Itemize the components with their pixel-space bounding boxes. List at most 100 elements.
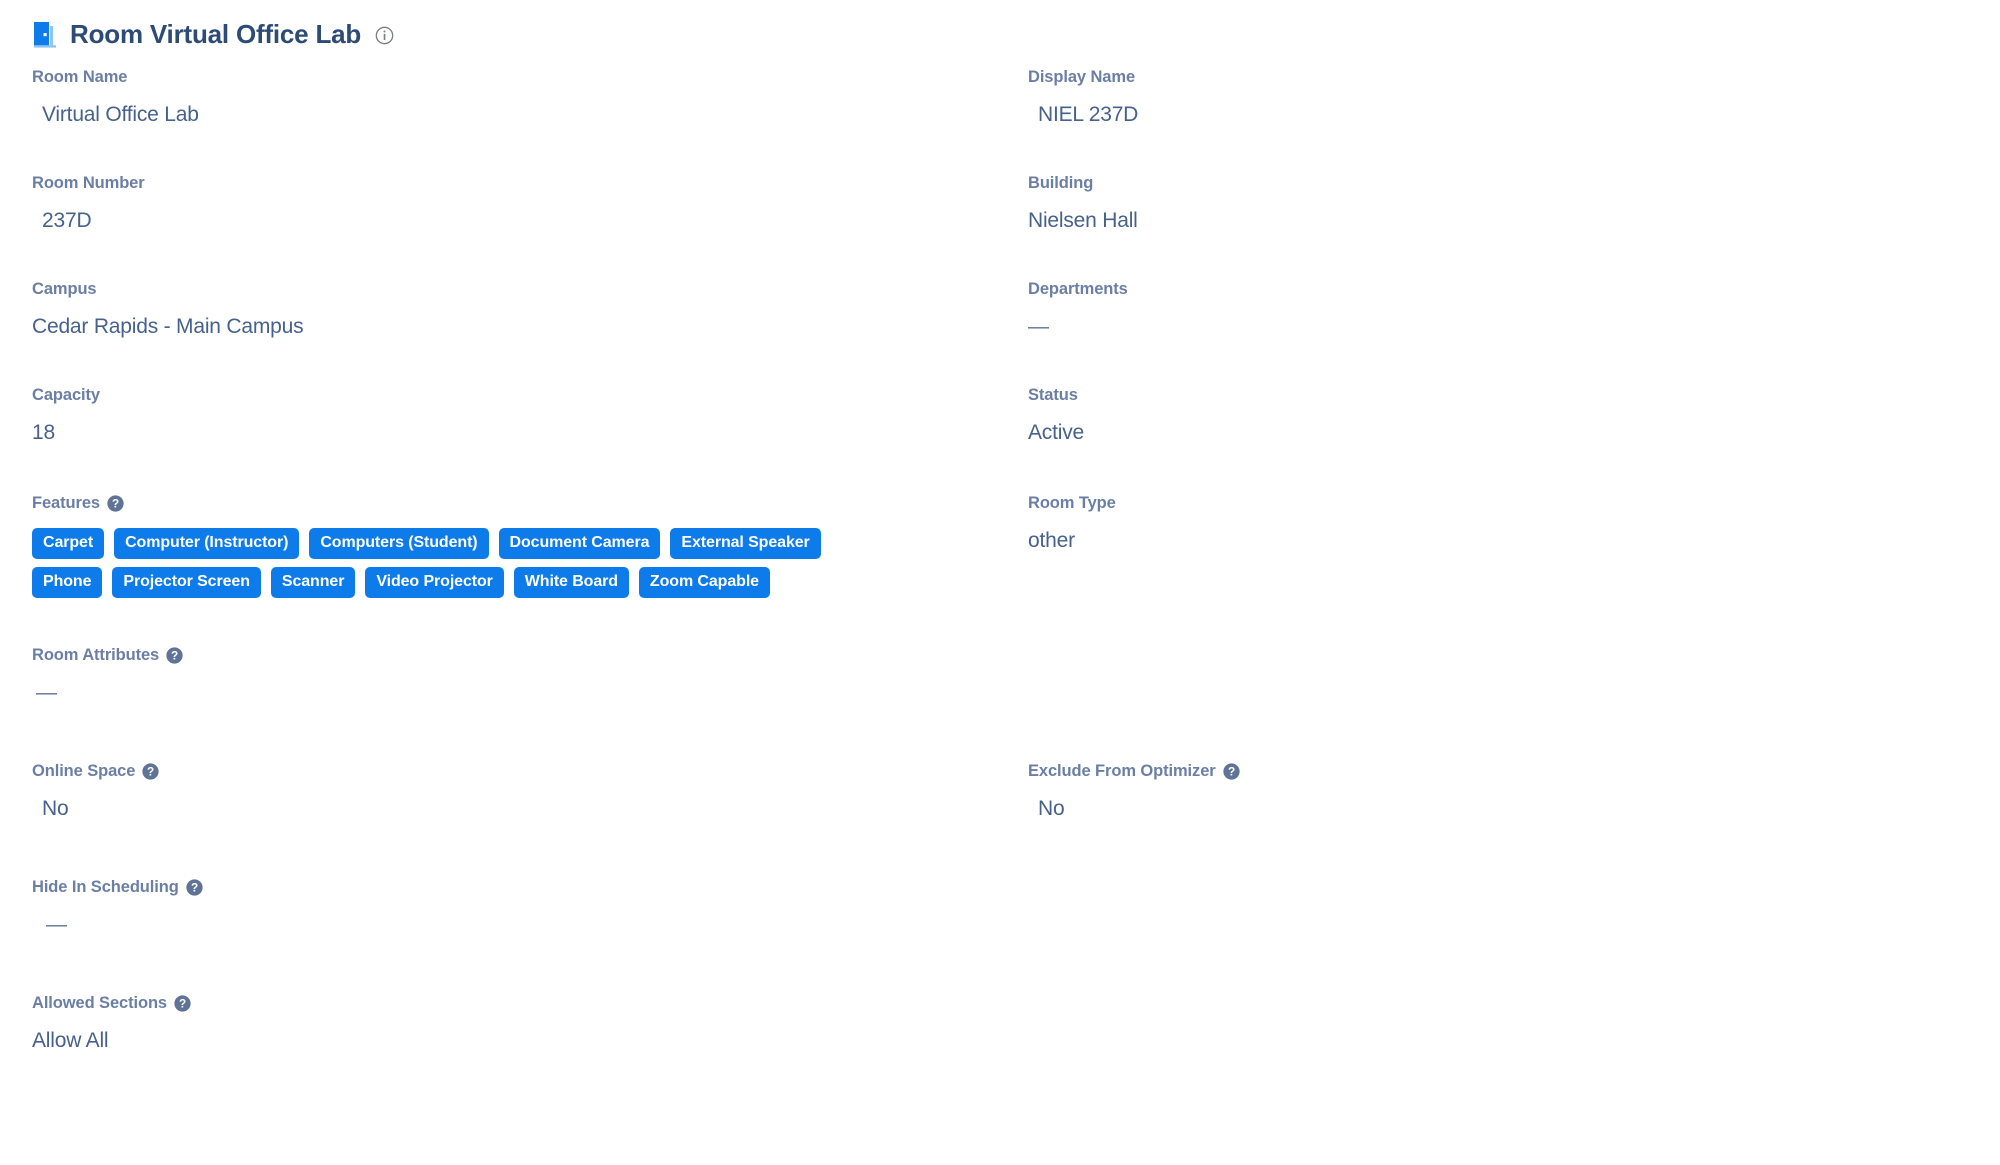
field-value: No — [42, 797, 69, 821]
field-label: Features ? — [32, 494, 1000, 512]
field-room-type: Room Type other — [1000, 494, 1968, 646]
label-text: Allowed Sections — [32, 994, 168, 1012]
feature-tag[interactable]: Phone — [32, 567, 103, 599]
field-label: Building — [1028, 174, 1968, 192]
field-value: — — [46, 913, 67, 937]
feature-tag[interactable]: Projector Screen — [112, 567, 261, 599]
svg-text:?: ? — [179, 996, 186, 1010]
field-row: Campus Cedar Rapids - Main Campus Depart… — [32, 280, 1968, 386]
field-row: Online Space ? No Exclude From Optimizer — [32, 762, 1968, 878]
feature-tag[interactable]: Zoom Capable — [638, 567, 770, 599]
field-hide-in-scheduling: Hide In Scheduling ? — — [32, 878, 1000, 994]
feature-tag[interactable]: Computer (Instructor) — [114, 528, 300, 560]
field-row: Allowed Sections ? Allow All — [32, 994, 1968, 1074]
field-room-name: Room Name Virtual Office Lab — [32, 68, 1000, 174]
room-detail-page: Room Virtual Office Lab Room Name Virtua… — [0, 0, 2000, 1165]
feature-tag[interactable]: External Speaker — [670, 528, 821, 560]
field-building: Building Nielsen Hall — [1000, 174, 1968, 280]
page-title: Room Virtual Office Lab — [70, 19, 362, 49]
svg-text:?: ? — [1228, 764, 1235, 778]
label-text: Capacity — [32, 386, 100, 404]
field-label: Room Type — [1028, 494, 1968, 512]
door-icon — [34, 22, 56, 48]
field-label: Exclude From Optimizer ? — [1028, 762, 1968, 780]
field-label: Online Space ? — [32, 762, 1000, 780]
field-value: Cedar Rapids - Main Campus — [32, 315, 304, 339]
help-circle-icon[interactable]: ? — [186, 878, 203, 896]
field-label: Status — [1028, 386, 1968, 404]
field-spacer — [1000, 878, 1968, 994]
field-label: Departments — [1028, 280, 1968, 298]
feature-tag[interactable]: Document Camera — [498, 528, 661, 560]
field-row: Capacity 18 Status Active — [32, 386, 1968, 494]
field-campus: Campus Cedar Rapids - Main Campus — [32, 280, 1000, 386]
field-departments: Departments — — [1000, 280, 1968, 386]
field-row: Hide In Scheduling ? — — [32, 878, 1968, 994]
field-label: Capacity — [32, 386, 1000, 404]
field-value: No — [1038, 797, 1065, 821]
field-row: Room Attributes ? — — [32, 646, 1968, 762]
field-spacer — [1000, 994, 1968, 1074]
field-value: 18 — [32, 421, 55, 445]
field-label: Room Number — [32, 174, 1000, 192]
help-circle-icon[interactable]: ? — [107, 494, 124, 512]
label-text: Features — [32, 494, 100, 512]
field-allowed-sections: Allowed Sections ? Allow All — [32, 994, 1000, 1074]
field-display-name: Display Name NIEL 237D — [1000, 68, 1968, 174]
field-capacity: Capacity 18 — [32, 386, 1000, 494]
field-value: Virtual Office Lab — [42, 103, 199, 127]
label-text: Online Space — [32, 762, 136, 780]
label-text: Status — [1028, 386, 1078, 404]
svg-text:?: ? — [112, 496, 119, 510]
label-text: Departments — [1028, 280, 1128, 298]
feature-tag[interactable]: Scanner — [270, 567, 356, 599]
field-grid: Room Name Virtual Office Lab Display Nam… — [32, 68, 1968, 1074]
field-spacer — [1000, 646, 1968, 762]
svg-text:?: ? — [147, 764, 154, 778]
field-label: Allowed Sections ? — [32, 994, 1000, 1012]
info-circle-icon[interactable] — [375, 26, 394, 45]
help-circle-icon[interactable]: ? — [174, 994, 191, 1012]
label-text: Exclude From Optimizer — [1028, 762, 1216, 780]
feature-tag[interactable]: Computers (Student) — [309, 528, 489, 560]
svg-text:?: ? — [191, 880, 198, 894]
help-circle-icon[interactable]: ? — [142, 762, 159, 780]
field-row: Room Number 237D Building Nielsen Hall — [32, 174, 1968, 280]
feature-tag[interactable]: Video Projector — [365, 567, 504, 599]
label-text: Room Name — [32, 68, 128, 86]
field-label: Campus — [32, 280, 1000, 298]
field-label: Display Name — [1028, 68, 1968, 86]
label-text: Room Attributes — [32, 646, 160, 664]
field-value: Nielsen Hall — [1028, 209, 1138, 233]
field-features: Features ? Carpet Computer (Instructor) Co… — [32, 494, 1000, 646]
field-value: NIEL 237D — [1038, 103, 1139, 127]
field-room-number: Room Number 237D — [32, 174, 1000, 280]
field-value: Active — [1028, 421, 1084, 445]
field-row: Features ? Carpet Computer (Instructor) Co… — [32, 494, 1968, 646]
label-text: Hide In Scheduling — [32, 878, 179, 896]
label-text: Room Type — [1028, 494, 1116, 512]
field-label: Room Name — [32, 68, 1000, 86]
field-label: Hide In Scheduling ? — [32, 878, 1000, 896]
page-header: Room Virtual Office Lab — [32, 0, 1968, 49]
help-circle-icon[interactable]: ? — [1222, 762, 1240, 780]
field-room-attributes: Room Attributes ? — — [32, 646, 1000, 762]
field-online-space: Online Space ? No — [32, 762, 1000, 878]
field-label: Room Attributes ? — [32, 646, 1000, 664]
field-row: Room Name Virtual Office Lab Display Nam… — [32, 68, 1968, 174]
label-text: Campus — [32, 280, 97, 298]
field-value: — — [36, 681, 57, 705]
field-value: Allow All — [32, 1029, 109, 1053]
feature-tag[interactable]: White Board — [513, 567, 629, 599]
feature-tag-list: Carpet Computer (Instructor) Computers (St… — [32, 528, 842, 599]
field-value: 237D — [42, 209, 92, 233]
feature-tag[interactable]: Carpet — [32, 528, 105, 560]
field-status: Status Active — [1000, 386, 1968, 494]
field-value: — — [1028, 315, 1049, 339]
label-text: Room Number — [32, 174, 145, 192]
field-exclude-from-optimizer: Exclude From Optimizer ? No — [1000, 762, 1968, 878]
svg-text:?: ? — [171, 648, 178, 662]
label-text: Building — [1028, 174, 1094, 192]
field-value: other — [1028, 529, 1075, 553]
help-circle-icon[interactable]: ? — [166, 646, 183, 664]
